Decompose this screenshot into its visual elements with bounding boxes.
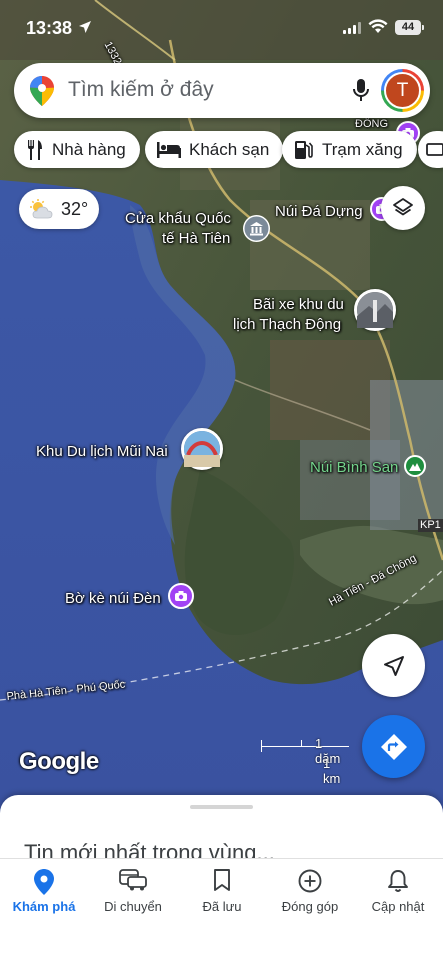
bookmark-icon: [178, 869, 266, 891]
tab-updates-label: Cập nhật: [371, 899, 425, 914]
tab-saved-label: Đã lưu: [202, 899, 242, 914]
photo-thumbnail-icon: [184, 431, 220, 467]
layers-icon: [393, 198, 413, 216]
status-bar: 13:38 44: [0, 0, 443, 56]
tab-explore[interactable]: Khám phá: [0, 859, 88, 929]
bai-xe-label-line2[interactable]: lịch Thạch Động: [233, 315, 341, 334]
layers-button[interactable]: [381, 186, 425, 230]
scale-metric-label: 1 km: [323, 756, 341, 786]
weather-chip[interactable]: 32°: [19, 189, 99, 229]
more-category-icon: [426, 142, 443, 158]
photo-thumbnail-icon: [357, 292, 393, 328]
government-building-poi[interactable]: [243, 215, 270, 242]
location-services-icon: [79, 21, 91, 33]
mountain-icon: [409, 463, 421, 471]
location-pin-icon: [0, 869, 88, 895]
tab-saved[interactable]: Đã lưu: [178, 859, 266, 929]
google-maps-pin-icon: [30, 76, 54, 106]
bai-xe-label-line1[interactable]: Bãi xe khu du: [253, 295, 344, 314]
camera-icon: [175, 591, 187, 601]
tab-contribute-label: Đóng góp: [281, 899, 339, 914]
bo-ke-label[interactable]: Bờ kè núi Đèn: [65, 589, 161, 608]
tab-updates[interactable]: Cập nhật: [354, 859, 442, 929]
microphone-icon[interactable]: [352, 78, 370, 103]
nui-da-dung-label[interactable]: Núi Đá Dựng: [275, 202, 363, 221]
account-avatar[interactable]: T: [381, 69, 424, 112]
satellite-map[interactable]: 1332 ĐÔNG Cửa khẩu Quốc tế Hà Tiên Núi Đ…: [0, 0, 443, 830]
navigation-arrow-icon: [383, 655, 404, 676]
cellular-signal-icon: [343, 22, 361, 34]
fork-knife-icon: [26, 139, 44, 160]
chip-restaurants-label: Nhà hàng: [52, 139, 126, 159]
sheet-drag-handle[interactable]: [190, 805, 253, 809]
search-bar[interactable]: Tìm kiếm ở đây T: [14, 63, 430, 118]
weather-temperature: 32°: [61, 198, 89, 219]
car-icon: [89, 869, 177, 891]
directions-icon: [380, 733, 407, 760]
my-location-button[interactable]: [362, 634, 425, 697]
kp1-label: KP1: [418, 519, 443, 532]
bell-icon: [354, 869, 442, 893]
search-input[interactable]: Tìm kiếm ở đây: [68, 78, 214, 102]
khu-du-lich-photo-poi[interactable]: [181, 428, 223, 470]
battery-indicator: 44: [395, 20, 424, 35]
map-scale: 1 dặm 1 km: [259, 732, 351, 786]
tab-commute[interactable]: Di chuyển: [89, 859, 177, 929]
bo-ke-poi[interactable]: [168, 583, 194, 609]
chip-hotels[interactable]: Khách sạn: [145, 131, 284, 168]
tab-explore-label: Khám phá: [12, 899, 76, 914]
chip-hotels-label: Khách sạn: [189, 139, 270, 159]
nui-binh-san-poi[interactable]: [404, 455, 426, 477]
gas-pump-icon: [294, 140, 314, 160]
government-building-icon: [244, 216, 269, 241]
chip-gas-stations[interactable]: Trạm xăng: [282, 131, 417, 168]
tab-contribute[interactable]: Đóng góp: [266, 859, 354, 929]
partial-map-label: ĐÔNG: [355, 118, 388, 130]
khu-du-lich-label[interactable]: Khu Du lịch Mũi Nai: [36, 442, 168, 461]
directions-button[interactable]: [362, 715, 425, 778]
tab-commute-label: Di chuyển: [104, 899, 162, 914]
wifi-icon: [368, 19, 388, 33]
nui-binh-san-label[interactable]: Núi Bình San: [310, 458, 398, 477]
bai-xe-photo-poi[interactable]: [354, 289, 396, 331]
add-circle-icon: [266, 869, 354, 893]
bed-icon: [157, 141, 181, 158]
status-time: 13:38: [26, 18, 73, 38]
bottom-navigation: Khám phá Di chuyển Đã lưu Đóng góp Cập n…: [0, 858, 443, 959]
cua-khau-label-line2[interactable]: tế Hà Tiên: [162, 229, 230, 248]
cua-khau-label-line1[interactable]: Cửa khẩu Quốc: [125, 209, 231, 228]
chip-restaurants[interactable]: Nhà hàng: [14, 131, 140, 168]
partly-cloudy-icon: [29, 199, 55, 219]
google-logo: Google: [19, 748, 99, 775]
avatar-letter: T: [384, 72, 421, 109]
chip-gas-stations-label: Trạm xăng: [322, 139, 403, 159]
